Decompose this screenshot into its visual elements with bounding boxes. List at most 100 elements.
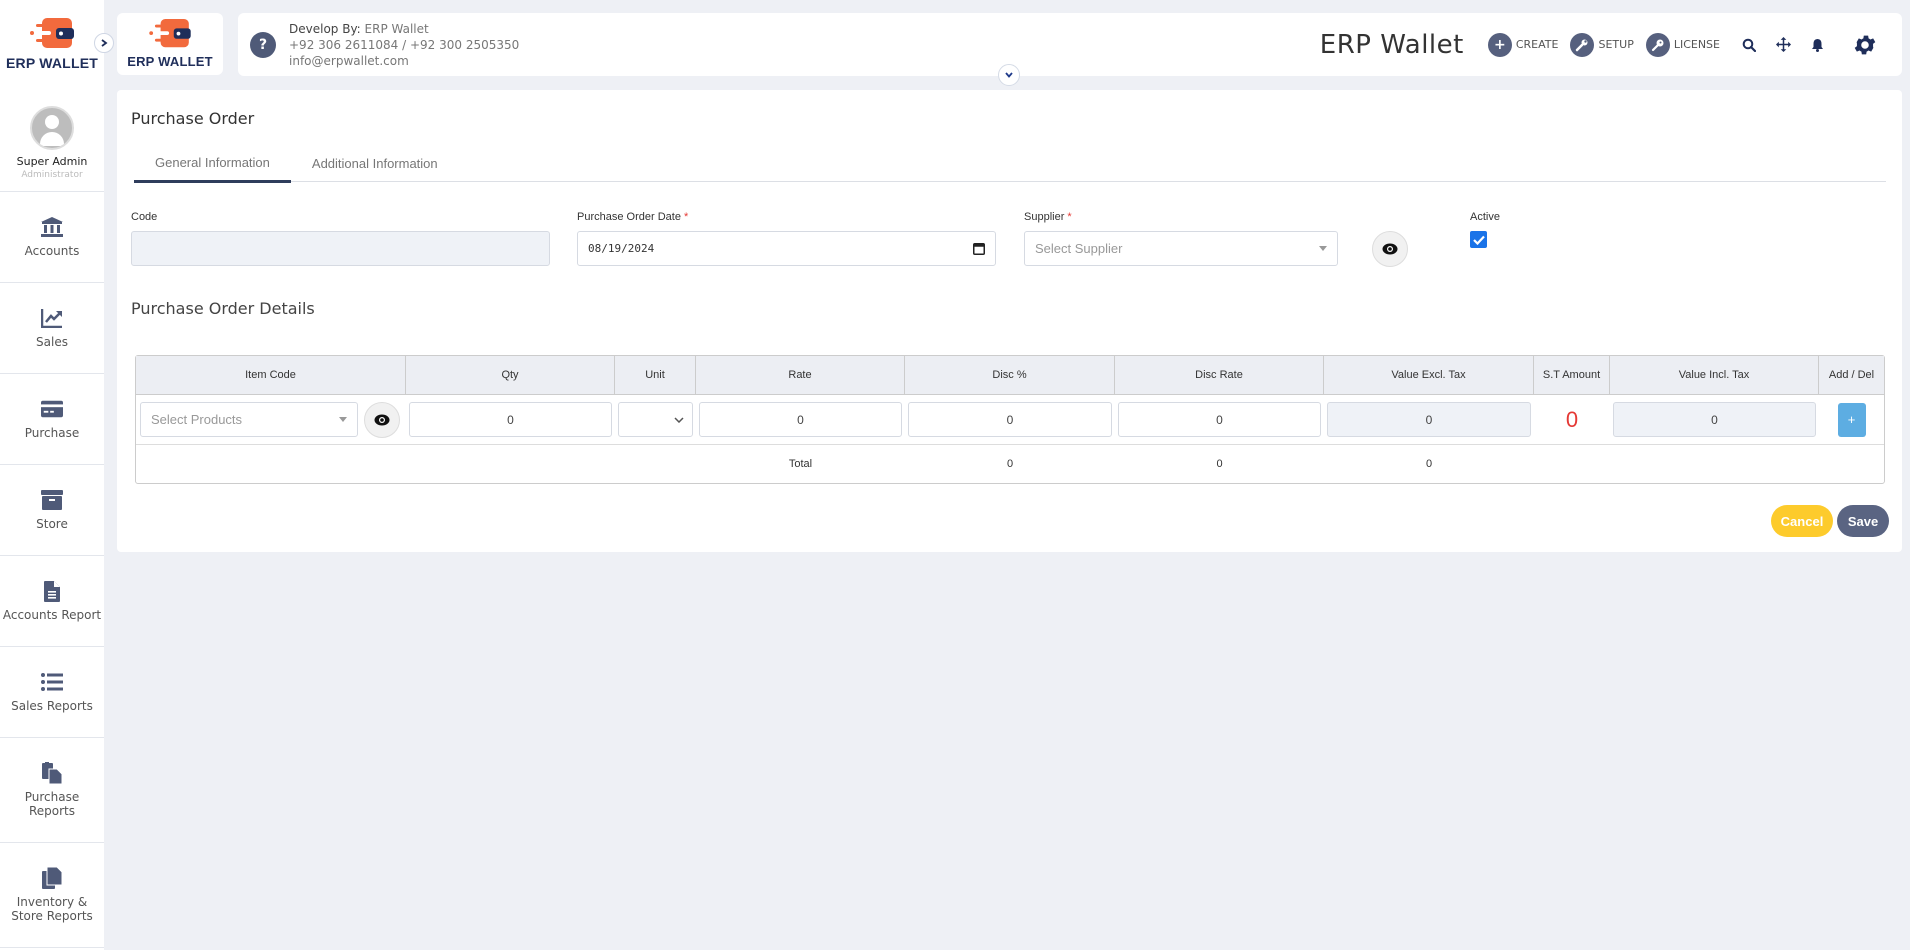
product-select[interactable]: Select Products [140, 402, 358, 437]
checkmark-icon [1472, 235, 1485, 245]
rate-input[interactable]: 0 [699, 402, 902, 437]
add-row-button[interactable]: + [1837, 402, 1866, 437]
sidebar-item-accounts-report[interactable]: Accounts Report [0, 556, 104, 647]
logo-text: WALLET [158, 54, 213, 69]
table-total-row: Total 0 0 0 [136, 445, 1884, 483]
view-supplier-button[interactable] [1372, 231, 1408, 267]
list-icon [41, 671, 63, 693]
total-disc-pct: 0 [1006, 458, 1014, 470]
wallet-logo-icon [30, 17, 74, 48]
sidebar: ERP WALLET Super Admin Administrator Acc… [0, 0, 104, 950]
setup-button[interactable]: SETUP [1570, 32, 1634, 57]
total-value-excl-tax: 0 [1425, 458, 1433, 470]
help-icon[interactable]: ? [250, 31, 276, 58]
avatar [30, 106, 74, 150]
sidebar-item-label: Inventory & Store Reports [11, 895, 93, 923]
col-qty: Qty [406, 356, 615, 395]
qty-input[interactable]: 0 [409, 402, 612, 437]
bell-icon[interactable] [1811, 38, 1824, 52]
logo-text-bold: ERP [6, 54, 36, 71]
gear-icon[interactable] [1852, 32, 1878, 58]
col-item-code: Item Code [136, 356, 406, 395]
disc-pct-input[interactable]: 0 [908, 402, 1112, 437]
supplier-select[interactable]: Select Supplier [1024, 231, 1338, 266]
date-value: 08/19/2024 [588, 242, 655, 255]
license-button[interactable]: LICENSE [1645, 32, 1720, 57]
sidebar-item-label: Purchase Reports [24, 790, 80, 818]
phone-1: +92 306 2611084 [289, 37, 399, 52]
col-disc-rate: Disc Rate [1115, 356, 1324, 395]
value-incl-tax-input: 0 [1613, 402, 1816, 437]
active-label: Active [1470, 211, 1500, 223]
sidebar-item-label: Purchase [24, 426, 80, 440]
sidebar-item-purchase[interactable]: Purchase [0, 374, 104, 465]
copy-files-icon [41, 762, 63, 784]
sidebar-item-label: Accounts [24, 244, 80, 258]
total-disc-rate: 0 [1216, 458, 1223, 470]
date-label: Purchase Order Date [577, 211, 681, 223]
purchase-order-date-input[interactable]: 08/19/2024 [577, 231, 996, 266]
search-icon[interactable] [1742, 38, 1756, 52]
logo-text: WALLET [39, 54, 98, 71]
st-amount-value: 0 [1565, 406, 1579, 432]
caret-down-icon [1319, 246, 1327, 251]
col-disc-pct: Disc % [905, 356, 1115, 395]
details-section-title: Purchase Order Details [131, 299, 315, 318]
save-button[interactable]: Save [1837, 505, 1889, 537]
col-value-excl-tax: Value Excl. Tax [1324, 356, 1534, 395]
logo-text-bold: ERP [127, 54, 155, 69]
top-header: ? Develop By: ERP Wallet +92 306 2611084… [238, 13, 1902, 76]
disc-rate-input[interactable]: 0 [1118, 402, 1321, 437]
col-st-amount: S.T Amount [1534, 356, 1610, 395]
move-arrows-icon[interactable] [1776, 37, 1791, 52]
key-icon [1645, 32, 1670, 57]
unit-select[interactable] [618, 402, 693, 437]
header-logo[interactable]: ERP WALLET [117, 13, 223, 75]
calendar-icon[interactable] [973, 242, 985, 255]
cancel-button[interactable]: Cancel [1771, 505, 1833, 537]
col-rate: Rate [696, 356, 905, 395]
sidebar-item-sales[interactable]: Sales [0, 283, 104, 374]
user-name: Super Admin [16, 155, 88, 168]
col-add-del: Add / Del [1819, 356, 1884, 395]
wallet-logo-icon [149, 19, 191, 48]
developer-info: Develop By: ERP Wallet +92 306 2611084 /… [289, 21, 520, 68]
header-collapse-button[interactable] [998, 64, 1020, 86]
sidebar-item-store[interactable]: Store [0, 465, 104, 556]
credit-card-icon [41, 398, 63, 420]
bank-icon [41, 216, 63, 238]
active-checkbox[interactable] [1470, 231, 1487, 248]
sidebar-item-accounts[interactable]: Accounts [0, 192, 104, 283]
sidebar-item-label: Store [36, 517, 68, 531]
supplier-label: Supplier [1024, 211, 1065, 223]
create-button[interactable]: + CREATE [1487, 32, 1558, 57]
chevron-down-icon [674, 416, 684, 423]
code-input[interactable] [131, 231, 550, 266]
page-title: Purchase Order [131, 109, 255, 128]
col-value-incl-tax: Value Incl. Tax [1610, 356, 1819, 395]
sidebar-item-label: Accounts Report [2, 608, 102, 622]
tab-additional-information[interactable]: Additional Information [291, 144, 459, 182]
col-unit: Unit [615, 356, 696, 395]
tab-bar: General Information Additional Informati… [134, 144, 1886, 183]
app-title: ERP Wallet [1319, 29, 1464, 60]
archive-box-icon [41, 489, 63, 511]
sidebar-item-label: Sales Reports [11, 699, 93, 713]
sidebar-logo[interactable]: ERP WALLET [0, 0, 104, 88]
tab-general-information[interactable]: General Information [134, 144, 291, 183]
sidebar-toggle-button[interactable] [94, 33, 114, 53]
table-row: Select Products 0 0 0 0 0 0 0 + [136, 395, 1884, 445]
view-product-button[interactable] [364, 401, 400, 438]
file-text-icon [41, 580, 63, 602]
sidebar-item-inventory-store-reports[interactable]: Inventory & Store Reports [0, 843, 104, 948]
eye-icon [1382, 243, 1398, 255]
dev-name: ERP Wallet [364, 21, 429, 36]
sidebar-item-purchase-reports[interactable]: Purchase Reports [0, 738, 104, 843]
supplier-placeholder: Select Supplier [1035, 241, 1123, 256]
table-header-row: Item Code Qty Unit Rate Disc % Disc Rate… [136, 356, 1884, 395]
user-profile[interactable]: Super Admin Administrator [0, 88, 104, 192]
sidebar-item-sales-reports[interactable]: Sales Reports [0, 647, 104, 738]
plus-icon: + [1487, 32, 1512, 57]
phone-2: +92 300 2505350 [409, 37, 520, 52]
eye-icon [374, 414, 390, 425]
